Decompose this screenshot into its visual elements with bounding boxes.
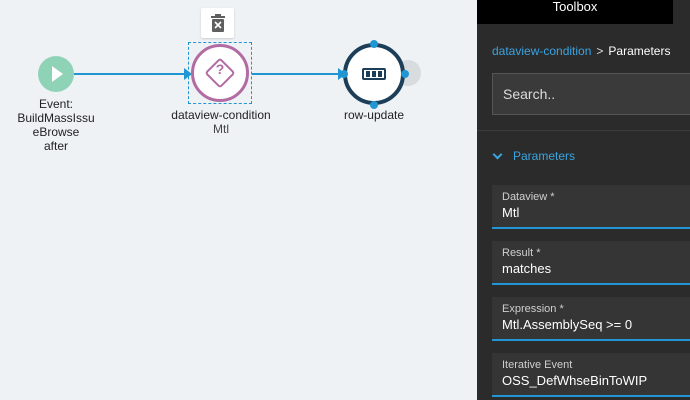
dataview-condition-node[interactable]: ? <box>191 44 249 102</box>
breadcrumb-separator: > <box>596 44 604 58</box>
search-input[interactable] <box>492 73 690 115</box>
flow-canvas[interactable]: Event: BuildMassIssu eBrowse after ? dat… <box>0 0 477 400</box>
start-event-node[interactable] <box>38 56 74 92</box>
connection-handle-right[interactable] <box>401 70 409 78</box>
connection-handle-top[interactable] <box>370 40 378 48</box>
section-title: Parameters <box>513 149 576 163</box>
expression-field[interactable]: Expression * Mtl.AssemblySeq >= 0 <box>492 297 690 341</box>
breadcrumb-current: Parameters <box>608 44 671 58</box>
start-event-label-line: Event: <box>38 97 74 111</box>
start-event-label-line: BuildMassIssu <box>17 111 95 125</box>
divider <box>477 130 690 131</box>
field-label: Expression * <box>502 303 564 315</box>
connection-handle-left[interactable] <box>340 70 348 78</box>
field-value[interactable]: Mtl.AssemblySeq >= 0 <box>502 316 690 333</box>
row-node-title: row-update <box>343 108 405 122</box>
field-label: Result * <box>502 247 541 259</box>
field-value[interactable]: Mtl <box>502 204 690 221</box>
start-event-label: Event: BuildMassIssu eBrowse after <box>14 97 98 153</box>
field-label: Dataview * <box>502 191 555 203</box>
row-update-node[interactable] <box>343 43 405 105</box>
start-event-label-line: after <box>43 139 68 153</box>
start-event-label-line: eBrowse <box>32 125 80 139</box>
connector-start-to-condition[interactable] <box>74 68 192 80</box>
dataview-field[interactable]: Dataview * Mtl <box>492 185 690 229</box>
condition-node-subtitle: Mtl <box>213 122 229 136</box>
question-mark-icon: ? <box>215 61 225 77</box>
breadcrumb: dataview-condition > Parameters <box>492 44 670 58</box>
field-label: Iterative Event <box>502 359 573 371</box>
iterative-event-field[interactable]: Iterative Event OSS_DefWhseBinToWIP <box>492 353 690 397</box>
connector-condition-to-row[interactable] <box>252 68 346 80</box>
properties-panel: Toolbox dataview-condition > Parameters Pa… <box>477 0 690 400</box>
toolbox-tab[interactable]: Toolbox <box>477 0 673 24</box>
result-field[interactable]: Result * matches <box>492 241 690 285</box>
field-value[interactable]: matches <box>502 260 690 277</box>
breadcrumb-link[interactable]: dataview-condition <box>492 44 591 58</box>
parameters-section-toggle[interactable]: Parameters <box>492 148 575 164</box>
chevron-down-icon <box>492 149 503 160</box>
condition-node-title: dataview-condition <box>171 108 271 122</box>
field-value[interactable]: OSS_DefWhseBinToWIP <box>502 372 690 389</box>
play-icon <box>52 66 63 82</box>
row-update-icon <box>362 68 386 80</box>
delete-node-button[interactable] <box>201 8 234 38</box>
trash-icon <box>210 14 225 32</box>
